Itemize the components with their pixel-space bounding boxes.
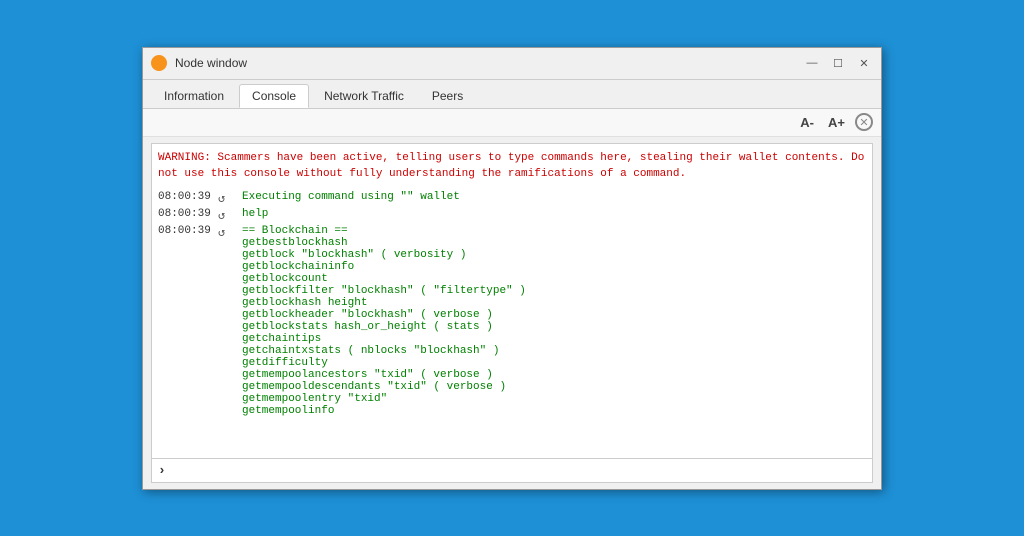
title-bar: Node window — ☐ ✕: [143, 48, 881, 80]
maximize-button[interactable]: ☐: [829, 54, 847, 72]
log-icon: ↺: [218, 208, 238, 223]
tab-peers[interactable]: Peers: [419, 84, 476, 108]
prompt-symbol: ›: [158, 463, 166, 478]
app-icon: [151, 55, 167, 71]
console-area: WARNING: Scammers have been active, tell…: [151, 143, 873, 483]
window-title: Node window: [175, 56, 803, 70]
tab-information[interactable]: Information: [151, 84, 237, 108]
log-icon: ↺: [218, 191, 238, 206]
warning-message: WARNING: Scammers have been active, tell…: [158, 150, 866, 183]
log-entry: 08:00:39↺ Executing command using "" wall…: [158, 191, 866, 206]
input-row: ›: [152, 458, 872, 482]
log-content: help: [242, 208, 268, 220]
console-input[interactable]: [172, 464, 866, 476]
close-icon: ✕: [859, 116, 868, 129]
log-icon: ↺: [218, 225, 238, 240]
window-controls: — ☐ ✕: [803, 54, 873, 72]
increase-font-button[interactable]: A+: [824, 113, 849, 132]
tab-network-traffic[interactable]: Network Traffic: [311, 84, 417, 108]
console-toolbar: A- A+ ✕: [143, 109, 881, 137]
log-entry: 08:00:39↺ help: [158, 208, 866, 223]
tab-bar: Information Console Network Traffic Peer…: [143, 80, 881, 109]
node-window: Node window — ☐ ✕ Information Console Ne…: [142, 47, 882, 490]
console-output[interactable]: WARNING: Scammers have been active, tell…: [152, 144, 872, 458]
log-time: 08:00:39: [158, 191, 218, 203]
close-button[interactable]: ✕: [855, 54, 873, 72]
log-content: == Blockchain == getbestblockhash getblo…: [242, 225, 526, 417]
decrease-font-button[interactable]: A-: [796, 113, 818, 132]
log-entry: 08:00:39↺ == Blockchain == getbestblockha…: [158, 225, 866, 417]
clear-console-button[interactable]: ✕: [855, 113, 873, 131]
tab-console[interactable]: Console: [239, 84, 309, 108]
log-time: 08:00:39: [158, 208, 218, 220]
log-entries: 08:00:39↺Executing command using "" wall…: [158, 191, 866, 417]
log-time: 08:00:39: [158, 225, 218, 237]
log-content: Executing command using "" wallet: [242, 191, 460, 203]
minimize-button[interactable]: —: [803, 54, 821, 72]
